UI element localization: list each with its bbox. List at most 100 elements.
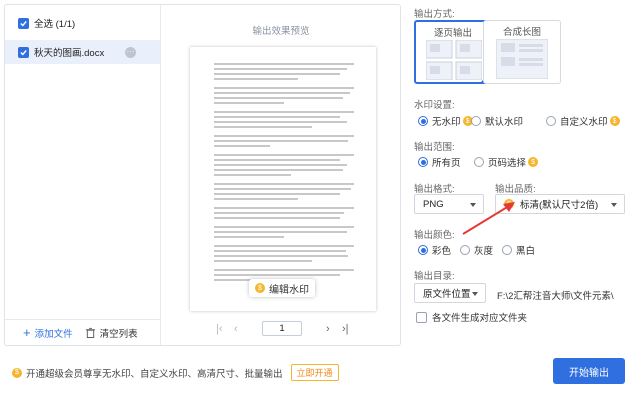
pagination: |‹ ‹ 1 › ›| [162, 321, 400, 337]
add-file-button[interactable]: + 添加文件 [23, 326, 73, 340]
select-all-label: 全选 (1/1) [34, 19, 76, 30]
text-line [214, 236, 284, 238]
last-page-icon[interactable]: ›| [342, 323, 349, 335]
text-line [214, 183, 354, 185]
watermark-option-default[interactable]: 默认水印 [471, 114, 523, 128]
plus-icon: + [23, 325, 31, 340]
output-mode-long-image[interactable]: 合成长图 [483, 20, 561, 84]
directory-label: 输出目录: [414, 271, 455, 282]
coin-icon: $ [12, 367, 22, 378]
promo-text: 开通超级会员尊享无水印、自定义水印、高清尺寸、批量输出 [26, 368, 283, 380]
first-page-icon[interactable]: |‹ [216, 323, 223, 335]
caret-down-icon [611, 203, 617, 207]
file-preview-panel: 全选 (1/1) 秋天的图画.docx ··· + 添加文件 清空列表 输出效果… [4, 4, 401, 346]
file-list-footer: + 添加文件 清空列表 [5, 319, 160, 345]
watermark-label: 水印设置: [414, 100, 455, 111]
text-line [214, 154, 354, 156]
text-line [214, 245, 354, 247]
text-line [214, 63, 354, 65]
text-line [214, 188, 352, 190]
start-output-button[interactable]: 开始输出 [553, 358, 625, 384]
add-file-label: 添加文件 [34, 328, 73, 340]
select-all-row[interactable]: 全选 (1/1) [5, 11, 160, 35]
range-option-all[interactable]: 所有页 [418, 155, 461, 169]
text-line [214, 159, 340, 161]
per-file-folder-option[interactable]: 各文件生成对应文件夹 [416, 310, 527, 324]
edit-watermark-button[interactable]: $ 编辑水印 [249, 279, 315, 297]
text-line [214, 274, 340, 276]
radio-selected[interactable] [418, 157, 428, 167]
text-line [214, 217, 340, 219]
per-file-folder-checkbox[interactable] [416, 311, 427, 323]
format-value: PNG [423, 198, 444, 210]
check-icon [20, 49, 27, 56]
radio-unselected[interactable] [471, 116, 481, 126]
text-line [214, 140, 349, 142]
text-line [214, 111, 354, 113]
coin-icon: $ [609, 116, 620, 126]
watermark-custom-label: 自定义水印 [560, 117, 608, 128]
document-text-lines [214, 63, 354, 284]
text-line [214, 135, 354, 137]
text-line [214, 97, 343, 99]
page-by-page-illustration [426, 40, 482, 80]
output-mode-page-by-page-label: 逐页输出 [433, 28, 472, 39]
text-line [214, 78, 298, 80]
prev-page-icon[interactable]: ‹ [234, 323, 238, 335]
preview-title: 输出效果预览 [252, 26, 310, 37]
color-option-bw[interactable]: 黑白 [502, 243, 535, 257]
range-select-label: 页码选择 [488, 158, 527, 169]
text-line [214, 145, 270, 147]
text-line [214, 92, 350, 94]
text-line [214, 174, 291, 176]
radio-unselected[interactable] [460, 245, 470, 255]
output-mode-page-by-page[interactable]: 逐页输出 ✓ [414, 20, 492, 84]
format-label: 输出格式: [414, 184, 455, 195]
open-vip-button[interactable]: 立即开通 [290, 364, 339, 381]
text-line [214, 198, 298, 200]
color-option-gray[interactable]: 灰度 [460, 243, 493, 257]
file-list: 全选 (1/1) 秋天的图画.docx ··· + 添加文件 清空列表 [5, 5, 161, 345]
radio-unselected[interactable] [474, 157, 484, 167]
text-line [214, 102, 284, 104]
radio-selected[interactable] [418, 116, 428, 126]
text-line [214, 164, 347, 166]
color-label: 输出颜色: [414, 230, 455, 241]
watermark-option-none[interactable]: 无水印 $ [418, 114, 473, 128]
next-page-icon[interactable]: › [326, 323, 330, 335]
watermark-default-label: 默认水印 [485, 117, 524, 128]
text-line [214, 68, 347, 70]
more-icon[interactable]: ··· [125, 46, 136, 58]
per-file-folder-label: 各文件生成对应文件夹 [432, 313, 528, 324]
color-color-label: 彩色 [432, 246, 452, 257]
red-arrow-annotation [462, 202, 515, 235]
text-line [214, 121, 347, 123]
text-line [214, 260, 312, 262]
text-line [214, 116, 340, 118]
text-line [214, 126, 312, 128]
color-bw-label: 黑白 [516, 246, 536, 257]
long-image-illustration [496, 39, 548, 79]
directory-path: F:\2汇帮注音大师\文件元素\ [497, 291, 614, 302]
text-line [214, 212, 345, 214]
text-line [214, 169, 343, 171]
watermark-option-custom[interactable]: 自定义水印 $ [546, 114, 620, 128]
page-number-input[interactable]: 1 [262, 321, 302, 336]
file-checkbox[interactable] [18, 46, 29, 58]
radio-selected[interactable] [418, 245, 428, 255]
directory-select-value: 原文件位置 [423, 289, 471, 300]
text-line [214, 269, 354, 271]
text-line [214, 250, 346, 252]
promo-bar: $ 开通超级会员尊享无水印、自定义水印、高清尺寸、批量输出 立即开通 [12, 364, 339, 381]
range-option-select[interactable]: 页码选择 $ [474, 155, 539, 169]
radio-unselected[interactable] [502, 245, 512, 255]
quality-value: 标清(默认尺寸2倍) [520, 200, 599, 211]
color-option-color[interactable]: 彩色 [418, 243, 451, 257]
range-label: 输出范围: [414, 142, 455, 153]
directory-select[interactable]: 原文件位置 [414, 283, 486, 303]
clear-list-button[interactable]: 清空列表 [85, 326, 138, 340]
range-all-label: 所有页 [432, 158, 461, 169]
file-item[interactable]: 秋天的图画.docx ··· [5, 40, 160, 64]
radio-unselected[interactable] [546, 116, 556, 126]
select-all-checkbox[interactable] [18, 17, 29, 29]
